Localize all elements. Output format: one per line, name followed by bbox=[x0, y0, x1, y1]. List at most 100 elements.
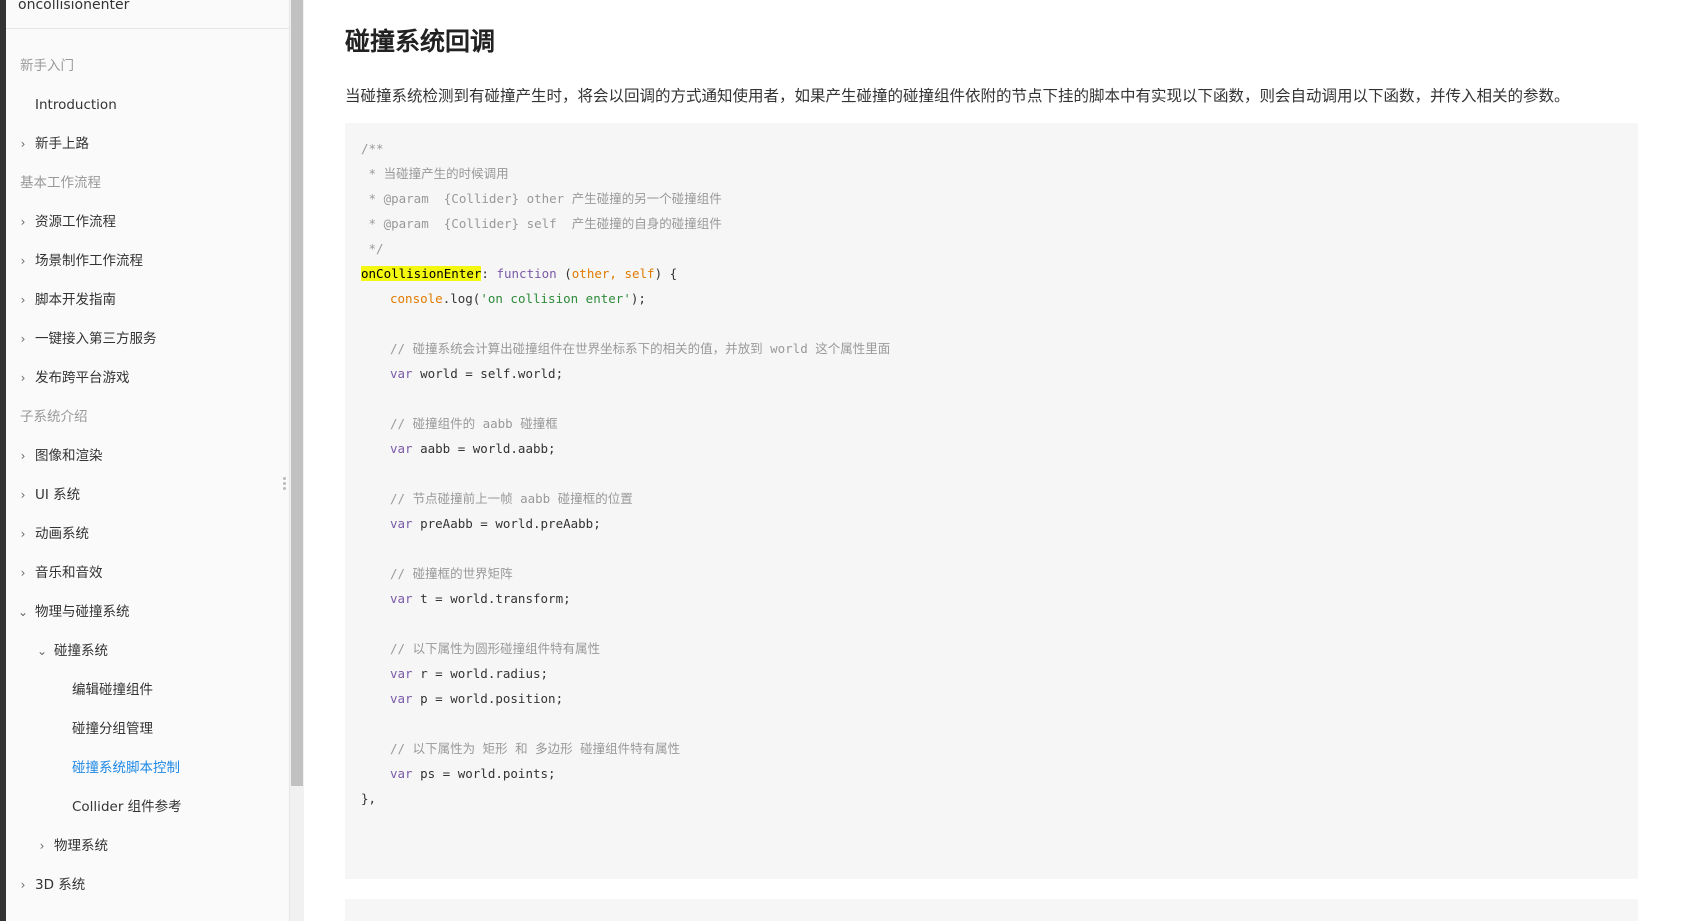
sidebar-item-label: Collider 组件参考 bbox=[72, 799, 182, 815]
sidebar-item-label: 脚本开发指南 bbox=[35, 292, 116, 308]
chevron-right-icon[interactable]: › bbox=[16, 476, 30, 515]
code-token: other, self bbox=[571, 266, 655, 281]
chevron-right-icon[interactable]: › bbox=[35, 827, 49, 866]
sidebar-item[interactable]: ⌄ 物理与碰撞系统 bbox=[6, 593, 289, 632]
chevron-right-icon[interactable]: › bbox=[16, 125, 30, 164]
sidebar-item[interactable]: › 新手上路 bbox=[6, 125, 289, 164]
sidebar-item-label: 3D 系统 bbox=[35, 877, 86, 893]
chevron-right-icon[interactable]: › bbox=[16, 554, 30, 593]
code-token: preAabb = world.preAabb; bbox=[412, 516, 601, 531]
code-token: : bbox=[481, 266, 497, 281]
sidebar-item[interactable]: › 图像和渲染 bbox=[6, 437, 289, 476]
sidebar-item-label: 物理系统 bbox=[54, 838, 108, 854]
sidebar-section-heading: 子系统介绍 bbox=[20, 409, 88, 425]
chevron-right-icon[interactable]: › bbox=[16, 515, 30, 554]
code-line: var world = self.world; bbox=[390, 360, 563, 387]
search-bar bbox=[6, 0, 289, 29]
code-line: // 碰撞系统会计算出碰撞组件在世界坐标系下的相关的值，并放到 world 这个… bbox=[390, 335, 890, 362]
code-token: t = world.transform; bbox=[412, 591, 571, 606]
code-token: * 当碰撞产生的时候调用 bbox=[361, 166, 509, 181]
code-token: // 碰撞组件的 aabb 碰撞框 bbox=[390, 416, 558, 431]
sidebar: 新手入门 Introduction › 新手上路基本工作流程 › 资源工作流程 › 场景制作工… bbox=[6, 0, 290, 921]
sidebar-item[interactable]: › 场景制作工作流程 bbox=[6, 242, 289, 281]
chevron-down-icon[interactable]: ⌄ bbox=[16, 593, 30, 632]
sidebar-item-label: 编辑碰撞组件 bbox=[72, 682, 153, 698]
sidebar-item[interactable]: › 脚本开发指南 bbox=[6, 281, 289, 320]
main-content: 碰撞系统回调 当碰撞系统检测到有碰撞产生时，将会以回调的方式通知使用者，如果产生… bbox=[345, 0, 1675, 921]
sidebar-item[interactable]: › 资源工作流程 bbox=[6, 203, 289, 242]
code-token: ( bbox=[556, 266, 572, 281]
sidebar-item[interactable]: 碰撞系统脚本控制 bbox=[6, 749, 289, 788]
code-line: * 当碰撞产生的时候调用 bbox=[361, 160, 509, 187]
code-line: * @param {Collider} other 产生碰撞的另一个碰撞组件 bbox=[361, 185, 722, 212]
sidebar-item-label: 碰撞分组管理 bbox=[72, 721, 153, 737]
code-token: var bbox=[390, 591, 413, 606]
code-line: var ps = world.points; bbox=[390, 760, 556, 787]
sidebar-item[interactable]: 编辑碰撞组件 bbox=[6, 671, 289, 710]
code-line: var r = world.radius; bbox=[390, 660, 548, 687]
chevron-down-icon[interactable]: ⌄ bbox=[35, 632, 49, 671]
code-token: var bbox=[390, 666, 413, 681]
sidebar-section-heading: 新手入门 bbox=[20, 58, 74, 74]
sidebar-item-label: 新手上路 bbox=[35, 136, 89, 152]
sidebar-item-label: 物理与碰撞系统 bbox=[35, 604, 130, 620]
sidebar-item-label: Introduction bbox=[35, 97, 117, 113]
chevron-right-icon[interactable]: › bbox=[16, 359, 30, 398]
chevron-right-icon[interactable]: › bbox=[16, 203, 30, 242]
code-token: // 碰撞框的世界矩阵 bbox=[390, 566, 513, 581]
code-token: // 节点碰撞前上一帧 aabb 碰撞框的位置 bbox=[390, 491, 633, 506]
code-line: // 碰撞框的世界矩阵 bbox=[390, 560, 513, 587]
chevron-right-icon[interactable]: › bbox=[16, 281, 30, 320]
code-token: onCollisionEnter bbox=[361, 266, 482, 281]
code-token: * @param {Collider} other 产生碰撞的另一个碰撞组件 bbox=[361, 191, 722, 206]
sidebar-scrollbar-thumb[interactable] bbox=[291, 0, 303, 786]
search-input[interactable] bbox=[18, 0, 278, 18]
code-line: var p = world.position; bbox=[390, 685, 563, 712]
code-token: /** bbox=[361, 141, 384, 156]
code-token: r = world.radius; bbox=[412, 666, 549, 681]
chevron-right-icon[interactable]: › bbox=[16, 866, 30, 905]
sidebar-nav: 新手入门 Introduction › 新手上路基本工作流程 › 资源工作流程 › 场景制作工… bbox=[6, 47, 289, 905]
sidebar-item-label: 资源工作流程 bbox=[35, 214, 116, 230]
sidebar-item-label: 动画系统 bbox=[35, 526, 89, 542]
chevron-right-icon[interactable]: › bbox=[16, 242, 30, 281]
sidebar-item[interactable]: › 物理系统 bbox=[6, 827, 289, 866]
chevron-right-icon[interactable]: › bbox=[16, 437, 30, 476]
code-token: // 以下属性为圆形碰撞组件特有属性 bbox=[390, 641, 601, 656]
code-token: ); bbox=[630, 291, 646, 306]
code-token: world = self.world; bbox=[412, 366, 564, 381]
sidebar-resize-handle[interactable] bbox=[283, 477, 286, 493]
code-token: var bbox=[390, 691, 413, 706]
code-token: }, bbox=[361, 791, 377, 806]
code-line: /** bbox=[361, 135, 384, 162]
sidebar-item[interactable]: › UI 系统 bbox=[6, 476, 289, 515]
code-line: console.log('on collision enter'); bbox=[390, 285, 646, 312]
sidebar-item[interactable]: 碰撞分组管理 bbox=[6, 710, 289, 749]
code-token: ) { bbox=[654, 266, 678, 281]
sidebar-item[interactable]: ⌄ 碰撞系统 bbox=[6, 632, 289, 671]
code-token: var bbox=[390, 766, 413, 781]
sidebar-item-label: 一键接入第三方服务 bbox=[35, 331, 157, 347]
code-token: var bbox=[390, 441, 413, 456]
intro-paragraph: 当碰撞系统检测到有碰撞产生时，将会以回调的方式通知使用者，如果产生碰撞的碰撞组件… bbox=[345, 87, 1570, 105]
code-line: var preAabb = world.preAabb; bbox=[390, 510, 601, 537]
code-line: // 碰撞组件的 aabb 碰撞框 bbox=[390, 410, 558, 437]
code-line: var t = world.transform; bbox=[390, 585, 571, 612]
sidebar-item[interactable]: › 一键接入第三方服务 bbox=[6, 320, 289, 359]
code-token: console bbox=[390, 291, 443, 306]
code-token: // 以下属性为 矩形 和 多边形 碰撞组件特有属性 bbox=[390, 741, 681, 756]
sidebar-item[interactable]: Collider 组件参考 bbox=[6, 788, 289, 827]
sidebar-item-label: 场景制作工作流程 bbox=[35, 253, 143, 269]
code-token: ps = world.points; bbox=[412, 766, 556, 781]
sidebar-item[interactable]: › 音乐和音效 bbox=[6, 554, 289, 593]
sidebar-item[interactable]: › 发布跨平台游戏 bbox=[6, 359, 289, 398]
chevron-right-icon[interactable]: › bbox=[16, 320, 30, 359]
sidebar-item[interactable]: › 3D 系统 bbox=[6, 866, 289, 905]
sidebar-item-label: 发布跨平台游戏 bbox=[35, 370, 130, 386]
code-line: * @param {Collider} self 产生碰撞的自身的碰撞组件 bbox=[361, 210, 722, 237]
sidebar-item[interactable]: Introduction bbox=[6, 86, 289, 125]
sidebar-item[interactable]: › 动画系统 bbox=[6, 515, 289, 554]
code-token: p = world.position; bbox=[412, 691, 564, 706]
sidebar-section-heading: 基本工作流程 bbox=[20, 175, 101, 191]
code-token: * @param {Collider} self 产生碰撞的自身的碰撞组件 bbox=[361, 216, 722, 231]
